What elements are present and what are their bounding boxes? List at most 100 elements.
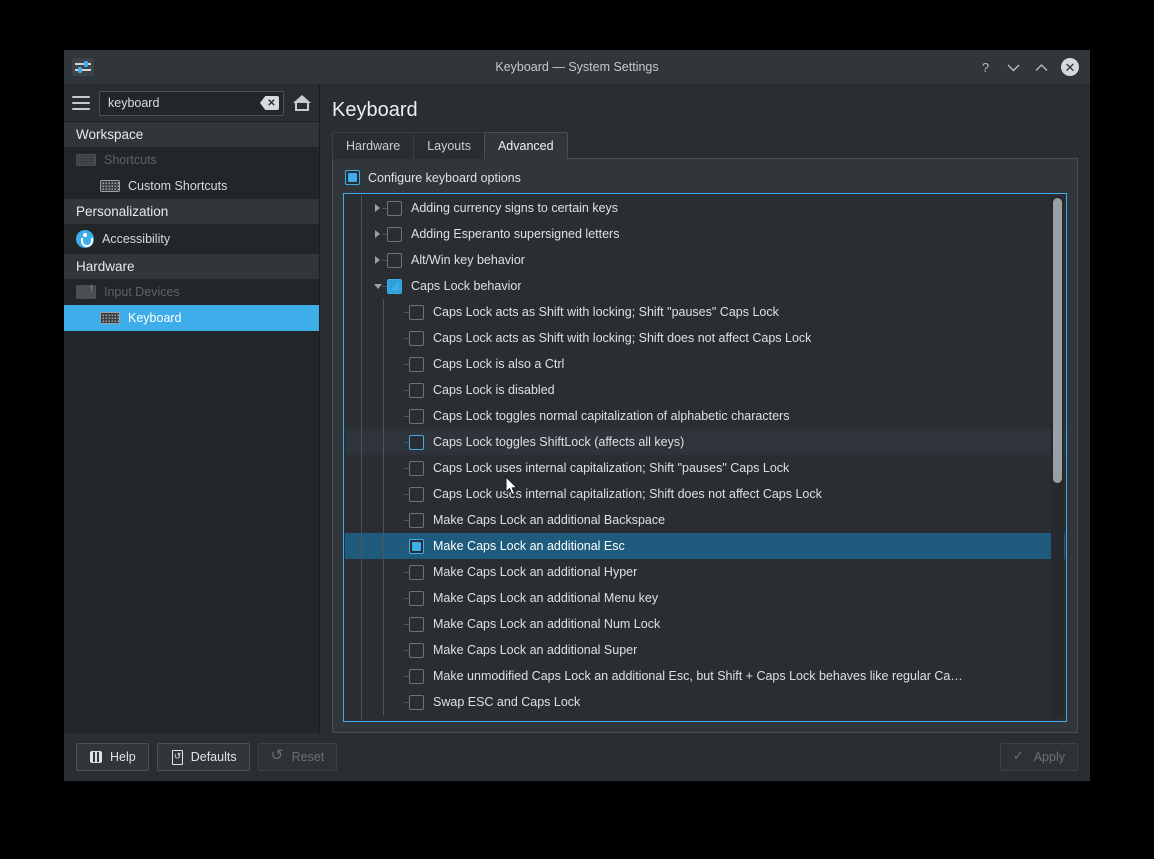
tree-row-label: Caps Lock acts as Shift with locking; Sh… — [433, 305, 779, 319]
sidebar-item-input-devices[interactable]: Input Devices — [64, 279, 319, 305]
minimize-button[interactable] — [1005, 59, 1022, 76]
tree-branch-line — [373, 689, 395, 715]
tree-row-checkbox[interactable] — [409, 668, 424, 684]
tab-layouts[interactable]: Layouts — [413, 132, 485, 159]
tree-row[interactable]: Caps Lock toggles ShiftLock (affects all… — [345, 429, 1065, 455]
maximize-button[interactable] — [1033, 59, 1050, 76]
apply-button-label: Apply — [1033, 750, 1065, 764]
title-bar: Keyboard — System Settings ? ✕ — [64, 50, 1090, 85]
tree-branch-line — [351, 247, 373, 273]
tree-row[interactable]: Make unmodified Caps Lock an additional … — [345, 663, 1065, 689]
home-icon[interactable] — [293, 95, 311, 111]
sidebar-search-row: keyboard ✕ — [64, 85, 319, 122]
tree-row-checkbox[interactable] — [409, 408, 424, 424]
tree-row[interactable]: Make Caps Lock an additional Backspace — [345, 507, 1065, 533]
tree-row-checkbox[interactable] — [409, 356, 424, 372]
configure-keyboard-options-row[interactable]: Configure keyboard options — [343, 168, 1067, 193]
window-controls: ? ✕ — [977, 58, 1090, 76]
clear-text-icon[interactable]: ✕ — [260, 96, 279, 110]
help-titlebar-button[interactable]: ? — [977, 59, 994, 76]
tree-row[interactable]: Caps Lock toggles normal capitalization … — [345, 403, 1065, 429]
sidebar-item-accessibility[interactable]: Accessibility — [64, 224, 319, 254]
tree-row-label: Make Caps Lock an additional Num Lock — [433, 617, 661, 631]
tree-row[interactable]: Caps Lock is disabled — [345, 377, 1065, 403]
tab-advanced[interactable]: Advanced — [483, 132, 568, 159]
page-title: Keyboard — [332, 99, 418, 121]
scrollbar-thumb[interactable] — [1053, 198, 1062, 483]
tree-row[interactable]: Alt/Win key behavior — [345, 247, 1065, 273]
tree-row[interactable]: Swap ESC and Caps Lock — [345, 689, 1065, 715]
tree-row[interactable]: Make Caps Lock an additional Super — [345, 637, 1065, 663]
input-device-icon — [76, 284, 96, 299]
tree-row[interactable]: Caps Lock acts as Shift with locking; Sh… — [345, 325, 1065, 351]
tree-row-checkbox[interactable] — [409, 642, 424, 658]
tree-leaf-marker — [395, 351, 410, 377]
tree-scrollbar[interactable] — [1051, 196, 1064, 719]
tree-row[interactable]: Caps Lock uses internal capitalization; … — [345, 455, 1065, 481]
sidebar-item-label: Shortcuts — [104, 153, 157, 167]
tab-bar: Hardware Layouts Advanced — [332, 132, 1078, 159]
tree-row-checkbox[interactable] — [387, 226, 402, 242]
tree-row-checkbox[interactable] — [387, 200, 402, 216]
tree-row[interactable]: Make Caps Lock an additional Esc — [345, 533, 1065, 559]
settings-window: Keyboard — System Settings ? ✕ keyboard — [64, 50, 1090, 781]
tree-row[interactable]: Adding currency signs to certain keys — [345, 195, 1065, 221]
tree-row[interactable]: Adding Esperanto supersigned letters — [345, 221, 1065, 247]
chevron-right-icon[interactable] — [373, 195, 388, 221]
tree-row-checkbox[interactable] — [409, 564, 424, 580]
tree-row-checkbox[interactable] — [409, 538, 424, 554]
tree-row-checkbox[interactable] — [409, 434, 424, 450]
hamburger-menu-icon[interactable] — [72, 96, 90, 110]
close-button[interactable]: ✕ — [1061, 58, 1079, 76]
tree-branch-line — [373, 611, 395, 637]
help-button[interactable]: Help — [76, 743, 149, 771]
tree-indent-guide — [351, 585, 373, 611]
chevron-down-icon[interactable] — [373, 273, 388, 299]
tree-row-checkbox[interactable] — [409, 330, 424, 346]
tree-row-checkbox[interactable] — [409, 590, 424, 606]
search-input[interactable]: keyboard ✕ — [99, 90, 284, 116]
search-value: keyboard — [108, 96, 160, 110]
tree-row[interactable]: Caps Lock uses internal capitalization; … — [345, 481, 1065, 507]
tree-row-checkbox[interactable] — [409, 486, 424, 502]
defaults-button[interactable]: Defaults — [156, 743, 250, 771]
tree-row-label: Caps Lock toggles normal capitalization … — [433, 409, 790, 423]
tree-leaf-marker — [395, 611, 410, 637]
tree-row-checkbox[interactable] — [409, 304, 424, 320]
tree-indent-guide — [351, 325, 373, 351]
tree-row[interactable]: Caps Lock is also a Ctrl — [345, 351, 1065, 377]
tab-hardware[interactable]: Hardware — [332, 132, 415, 159]
tree-indent-guide — [351, 299, 373, 325]
tree-row-checkbox[interactable] — [409, 460, 424, 476]
sidebar-item-custom-shortcuts[interactable]: Custom Shortcuts — [64, 173, 319, 199]
tree-row[interactable]: Caps Lock behavior — [345, 273, 1065, 299]
tree-row[interactable]: Make Caps Lock an additional Hyper — [345, 559, 1065, 585]
tree-row[interactable]: Caps Lock acts as Shift with locking; Sh… — [345, 299, 1065, 325]
tree-leaf-marker — [395, 481, 410, 507]
keyboard-options-tree[interactable]: Adding currency signs to certain keys Add… — [343, 193, 1067, 722]
tree-indent-guide — [351, 507, 373, 533]
sidebar-item-keyboard[interactable]: Keyboard — [64, 305, 319, 331]
tree-row[interactable]: Make Caps Lock an additional Num Lock — [345, 611, 1065, 637]
tree-row-checkbox[interactable] — [387, 278, 402, 294]
tree-row[interactable]: Ctrl position — [345, 715, 1065, 720]
tree-row-checkbox[interactable] — [409, 382, 424, 398]
tree-leaf-marker — [395, 325, 410, 351]
keyboard-options-tree-rows: Adding currency signs to certain keys Add… — [345, 195, 1065, 720]
tree-row-checkbox[interactable] — [409, 512, 424, 528]
tree-row-checkbox[interactable] — [387, 252, 402, 268]
sidebar-item-shortcuts[interactable]: Shortcuts — [64, 147, 319, 173]
tree-row[interactable]: Make Caps Lock an additional Menu key — [345, 585, 1065, 611]
tree-row-checkbox[interactable] — [409, 616, 424, 632]
checkmark-icon — [1013, 749, 1027, 764]
tree-branch-line — [373, 455, 395, 481]
chevron-right-icon[interactable] — [373, 715, 387, 720]
tree-row-label: Make Caps Lock an additional Backspace — [433, 513, 666, 527]
chevron-right-icon[interactable] — [373, 247, 388, 273]
tree-row-checkbox[interactable] — [409, 694, 424, 710]
chevron-right-icon[interactable] — [373, 221, 388, 247]
tree-indent-guide — [351, 481, 373, 507]
configure-keyboard-options-checkbox[interactable] — [345, 170, 360, 185]
sidebar-item-label: Custom Shortcuts — [128, 179, 228, 193]
tree-indent-guide — [351, 377, 373, 403]
